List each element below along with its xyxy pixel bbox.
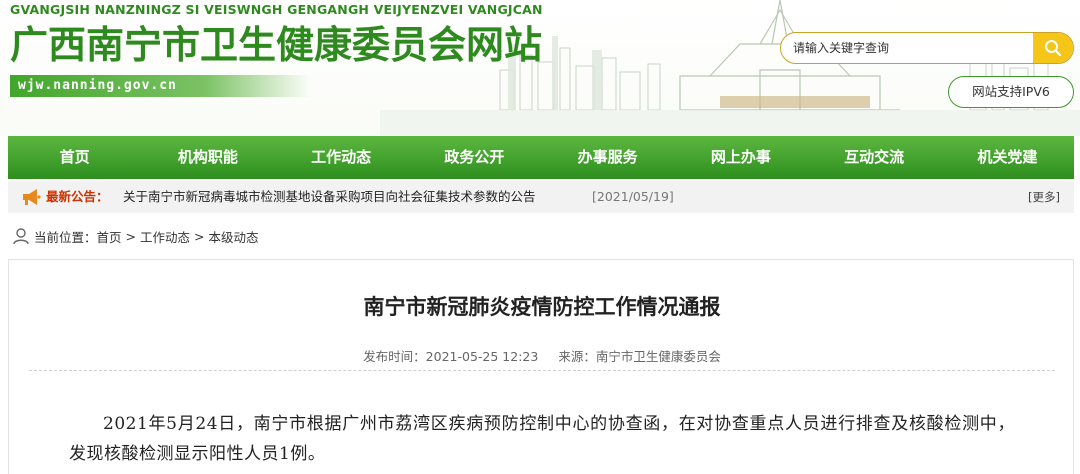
publish-time-label: 发布时间：: [363, 349, 426, 364]
notice-more-link[interactable]: [更多]: [1028, 181, 1060, 213]
nav-item-functions[interactable]: 机构职能: [141, 136, 274, 179]
search-box: [780, 32, 1074, 64]
breadcrumb-separator: >: [194, 228, 205, 244]
megaphone-icon: [23, 189, 41, 205]
site-domain-bar: wjw.nanning.gov.cn: [10, 75, 310, 97]
site-domain: wjw.nanning.gov.cn: [18, 78, 177, 93]
notice-label: 最新公告：: [46, 189, 109, 204]
breadcrumb-home[interactable]: 首页: [97, 227, 122, 246]
site-header: GVANGJSIH NANZNINGZ SI VEISWNGH GENGANGH…: [0, 0, 1080, 136]
search-icon: [1045, 40, 1062, 57]
nav-item-party-building[interactable]: 机关党建: [941, 136, 1074, 179]
notice-link[interactable]: 关于南宁市新冠病毒城市检测基地设备采购项目向社会征集技术参数的公告: [123, 181, 536, 213]
city-skyline-illustration: [380, 0, 1080, 136]
article-meta: 发布时间：2021-05-25 12:23 来源：南宁市卫生健康委员会: [9, 346, 1075, 365]
article-source: 南宁市卫生健康委员会: [595, 349, 721, 364]
breadcrumb: 当前位置： 首页 > 工作动态 > 本级动态: [12, 225, 259, 247]
nav-item-government-affairs[interactable]: 政务公开: [408, 136, 541, 179]
publish-time: 2021-05-25 12:23: [425, 349, 539, 364]
article-divider: [29, 370, 1055, 371]
notice-date: [2021/05/19]: [592, 189, 674, 204]
user-location-icon: [13, 228, 29, 245]
ipv6-support-badge[interactable]: 网站支持IPV6: [948, 76, 1074, 108]
notice-bar: 最新公告： 关于南宁市新冠病毒城市检测基地设备采购项目向社会征集技术参数的公告 …: [8, 181, 1074, 213]
article-panel: 南宁市新冠肺炎疫情防控工作情况通报 发布时间：2021-05-25 12:23 来…: [8, 259, 1074, 474]
breadcrumb-prefix: 当前位置：: [34, 229, 97, 245]
source-label: 来源：: [558, 349, 596, 364]
nav-item-interaction[interactable]: 互动交流: [808, 136, 941, 179]
breadcrumb-local-news[interactable]: 本级动态: [209, 227, 259, 246]
search-button[interactable]: [1033, 33, 1073, 63]
article-body: 2021年5月24日，南宁市根据广州市荔湾区疾病预防控制中心的协查函，在对协查重…: [69, 414, 1015, 464]
breadcrumb-separator: >: [125, 228, 137, 244]
nav-item-services[interactable]: 办事服务: [541, 136, 674, 179]
article-title: 南宁市新冠肺炎疫情防控工作情况通报: [363, 295, 721, 319]
breadcrumb-work-news[interactable]: 工作动态: [140, 227, 190, 246]
main-nav: 首页 机构职能 工作动态 政务公开 办事服务 网上办事 互动交流 机关党建: [8, 136, 1074, 179]
nav-item-work-news[interactable]: 工作动态: [275, 136, 408, 179]
nav-item-online-services[interactable]: 网上办事: [674, 136, 807, 179]
site-subtitle-pinyin: GVANGJSIH NANZNINGZ SI VEISWNGH GENGANGH…: [10, 2, 543, 17]
search-input[interactable]: [793, 33, 1033, 63]
site-title: 广西南宁市卫生健康委员会网站: [10, 22, 543, 67]
nav-item-home[interactable]: 首页: [8, 136, 141, 179]
